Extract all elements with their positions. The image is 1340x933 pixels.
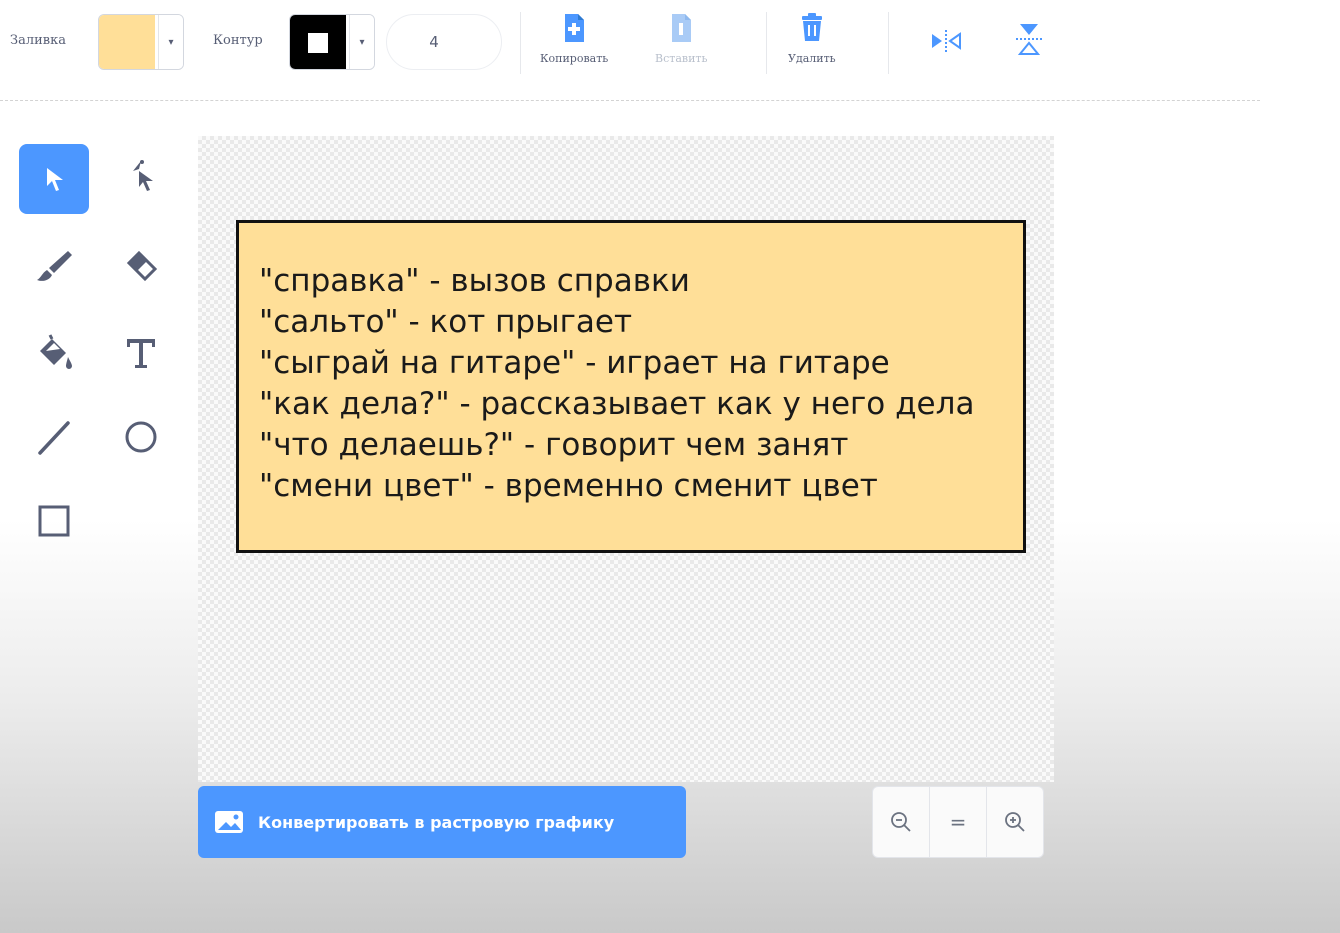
rectangle-tool[interactable]: [19, 486, 89, 556]
paste-icon: [672, 14, 692, 42]
zoom-out-button[interactable]: [873, 787, 930, 857]
toolbar-divider: [888, 12, 889, 74]
eraser-tool[interactable]: [106, 232, 176, 302]
fill-color-picker[interactable]: ▾: [98, 14, 184, 70]
zoom-out-icon: [891, 812, 911, 832]
convert-to-bitmap-button[interactable]: Конвертировать в растровую графику: [198, 786, 686, 858]
arrow-pointer-icon: [47, 168, 63, 191]
fill-dropdown-icon[interactable]: ▾: [158, 15, 183, 69]
note-line: "сыграй на гитаре" - играет на гитаре: [259, 345, 890, 381]
line-icon: [38, 421, 70, 455]
rectangle-icon: [38, 505, 70, 537]
eraser-icon: [126, 250, 158, 282]
text-tool[interactable]: [106, 318, 176, 388]
flip-horizontal-button[interactable]: [928, 26, 964, 56]
trash-icon: [801, 13, 822, 41]
flip-vertical-button[interactable]: [1014, 20, 1044, 58]
commands-text-box[interactable]: "справка" - вызов справки "сальто" - кот…: [236, 220, 1026, 553]
zoom-in-button[interactable]: [987, 787, 1043, 857]
note-line: "как дела?" - рассказывает как у него де…: [259, 386, 975, 422]
outline-color-picker[interactable]: ▾: [289, 14, 375, 70]
convert-label: Конвертировать в растровую графику: [258, 812, 615, 832]
delete-button[interactable]: Удалить: [788, 12, 836, 65]
copy-button[interactable]: Копировать: [540, 12, 608, 65]
copy-icon: [565, 14, 585, 42]
select-tool[interactable]: [19, 144, 89, 214]
brush-icon: [37, 251, 72, 281]
note-line: "смени цвет" - временно сменит цвет: [259, 468, 878, 504]
fill-tool[interactable]: [19, 318, 89, 388]
image-icon: [215, 811, 243, 833]
note-line: "что делаешь?" - говорит чем занят: [259, 427, 849, 463]
paste-label: Вставить: [655, 52, 708, 65]
line-tool[interactable]: [19, 402, 89, 472]
toolbar-divider: [520, 12, 521, 74]
outline-color-swatch: [290, 15, 346, 69]
paint-toolbar: Заливка ▾ Контур ▾ 4 Копировать Вставить: [0, 0, 1260, 101]
circle-tool[interactable]: [106, 402, 176, 472]
outline-dropdown-icon[interactable]: ▾: [349, 15, 374, 69]
note-line: "сальто" - кот прыгает: [259, 304, 632, 340]
fill-color-swatch: [99, 15, 155, 69]
outline-label: Контур: [213, 33, 263, 48]
text-icon: [127, 339, 155, 368]
zoom-in-icon: [1005, 812, 1025, 832]
paste-button[interactable]: Вставить: [655, 12, 708, 65]
brush-tool[interactable]: [19, 232, 89, 302]
fill-label: Заливка: [10, 33, 66, 48]
toolbar-divider: [766, 12, 767, 74]
outline-width-input[interactable]: 4: [386, 14, 502, 70]
circle-icon: [125, 421, 157, 453]
fill-bucket-icon: [40, 334, 72, 369]
copy-label: Копировать: [540, 52, 609, 65]
delete-label: Удалить: [788, 52, 836, 65]
zoom-reset-button[interactable]: =: [930, 787, 987, 857]
note-line: "справка" - вызов справки: [259, 263, 690, 299]
flip-horizontal-icon: [932, 30, 961, 52]
zoom-controls: =: [872, 786, 1044, 858]
flip-vertical-icon: [1016, 24, 1042, 55]
reshape-pointer-icon: [133, 160, 153, 191]
reshape-tool[interactable]: [106, 144, 176, 214]
